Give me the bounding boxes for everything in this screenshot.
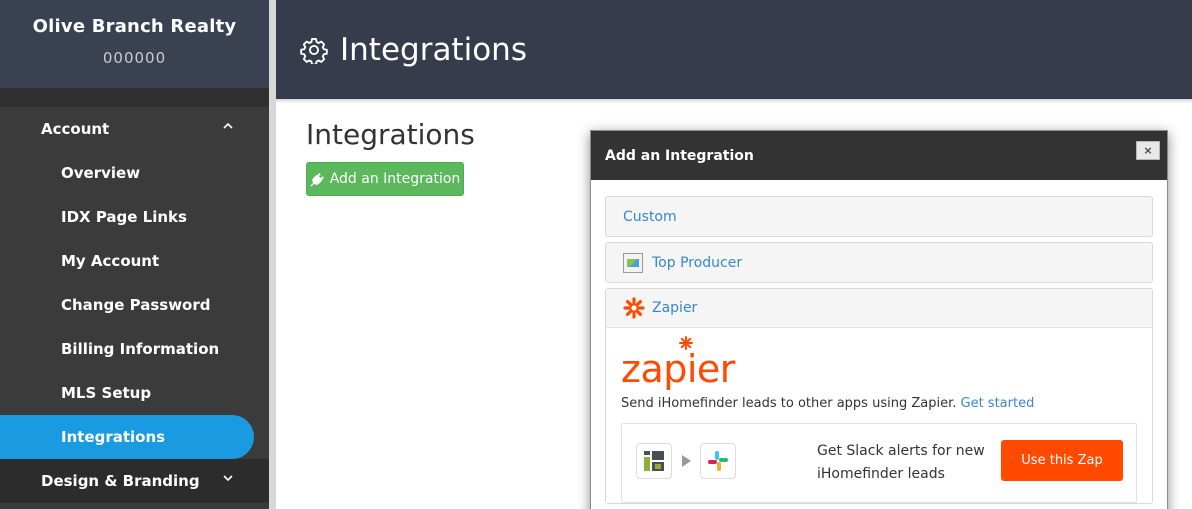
sidebar-item-billing-information[interactable]: Billing Information: [0, 327, 269, 371]
page-title: Integrations: [340, 31, 527, 68]
zapier-description: Send iHomefinder leads to other apps usi…: [621, 396, 1137, 411]
sidebar-item-change-password[interactable]: Change Password: [0, 283, 269, 327]
zap-template-card: Get Slack alerts for new iHomefinder lea…: [621, 423, 1137, 503]
close-button[interactable]: ×: [1136, 141, 1160, 160]
zapier-logo-text: zapier: [621, 347, 735, 391]
sidebar-item-idx-page-links[interactable]: IDX Page Links: [0, 195, 269, 239]
sidebar-item-label: IDX Page Links: [61, 208, 187, 226]
panel-title: Top Producer: [652, 254, 743, 271]
plug-icon: [310, 172, 324, 187]
zapier-panel-content: zapier Send iHomefinder leads to other a…: [606, 328, 1152, 503]
zapier-logo-asterisk-icon: [679, 336, 693, 350]
sidebar-divider: [0, 88, 269, 107]
chevron-up-icon: [223, 122, 233, 129]
panel-zapier[interactable]: Zapier zapier Send iHomefinder leads to …: [605, 288, 1153, 504]
sidebar-item-label: Integrations: [61, 428, 166, 446]
sidebar: Olive Branch Realty 000000 Account Overv…: [0, 0, 269, 509]
sidebar-item-my-account[interactable]: My Account: [0, 239, 269, 283]
nav-section-label: Design & Branding: [41, 472, 200, 490]
sidebar-item-label: Billing Information: [61, 340, 220, 358]
panel-top-producer[interactable]: Top Producer: [605, 242, 1153, 283]
panel-custom[interactable]: Custom: [605, 196, 1153, 237]
panel-title: Custom: [623, 208, 677, 225]
broken-image-icon: [623, 252, 643, 273]
modal-body: Custom Top Producer Zapier zapier Send i…: [591, 180, 1167, 504]
panel-header[interactable]: Custom: [606, 197, 1152, 236]
modal-title: Add an Integration: [605, 147, 754, 164]
sidebar-border: [269, 0, 276, 509]
nav-section-label: Account: [41, 120, 110, 138]
add-integration-button[interactable]: Add an Integration: [306, 162, 464, 196]
slack-app-icon: [700, 443, 736, 479]
header-shadow: [276, 99, 1192, 103]
panel-title: Zapier: [652, 300, 698, 316]
sidebar-item-label: Overview: [61, 164, 141, 182]
zapier-description-text: Send iHomefinder leads to other apps usi…: [621, 396, 957, 411]
brand-id: 000000: [102, 49, 167, 67]
panel-header[interactable]: Top Producer: [606, 243, 1152, 282]
add-integration-label: Add an Integration: [329, 171, 461, 187]
ihomefinder-app-icon: [636, 443, 672, 479]
add-integration-modal: Add an Integration × Custom Top Producer: [590, 130, 1168, 509]
modal-header: Add an Integration ×: [591, 131, 1167, 180]
sidebar-item-mls-setup[interactable]: MLS Setup: [0, 371, 269, 415]
sidebar-nav: Account Overview IDX Page Links My Accou…: [0, 107, 269, 503]
sidebar-item-label: Change Password: [61, 296, 211, 314]
zap-description: Get Slack alerts for new iHomefinder lea…: [817, 443, 985, 482]
brand-block: Olive Branch Realty 000000: [0, 0, 269, 88]
sidebar-item-overview[interactable]: Overview: [0, 151, 269, 195]
page-header: Integrations: [276, 0, 1192, 99]
sidebar-item-integrations[interactable]: Integrations: [0, 415, 254, 459]
nav-section-design-branding[interactable]: Design & Branding: [0, 459, 269, 503]
get-started-link[interactable]: Get started: [961, 396, 1035, 411]
brand-name: Olive Branch Realty: [32, 16, 237, 37]
nav-section-account[interactable]: Account: [0, 107, 269, 151]
zapier-asterisk-icon: [623, 297, 645, 319]
section-title: Integrations: [306, 118, 475, 151]
chevron-down-icon: [223, 475, 233, 482]
gear-icon: [300, 37, 328, 64]
sidebar-item-label: My Account: [61, 252, 160, 270]
arrow-right-icon: [682, 455, 691, 467]
use-this-zap-button[interactable]: Use this Zap: [1001, 440, 1123, 481]
zapier-logo: zapier: [621, 336, 735, 391]
sidebar-item-label: MLS Setup: [61, 384, 152, 402]
panel-header[interactable]: Zapier: [606, 289, 1152, 328]
